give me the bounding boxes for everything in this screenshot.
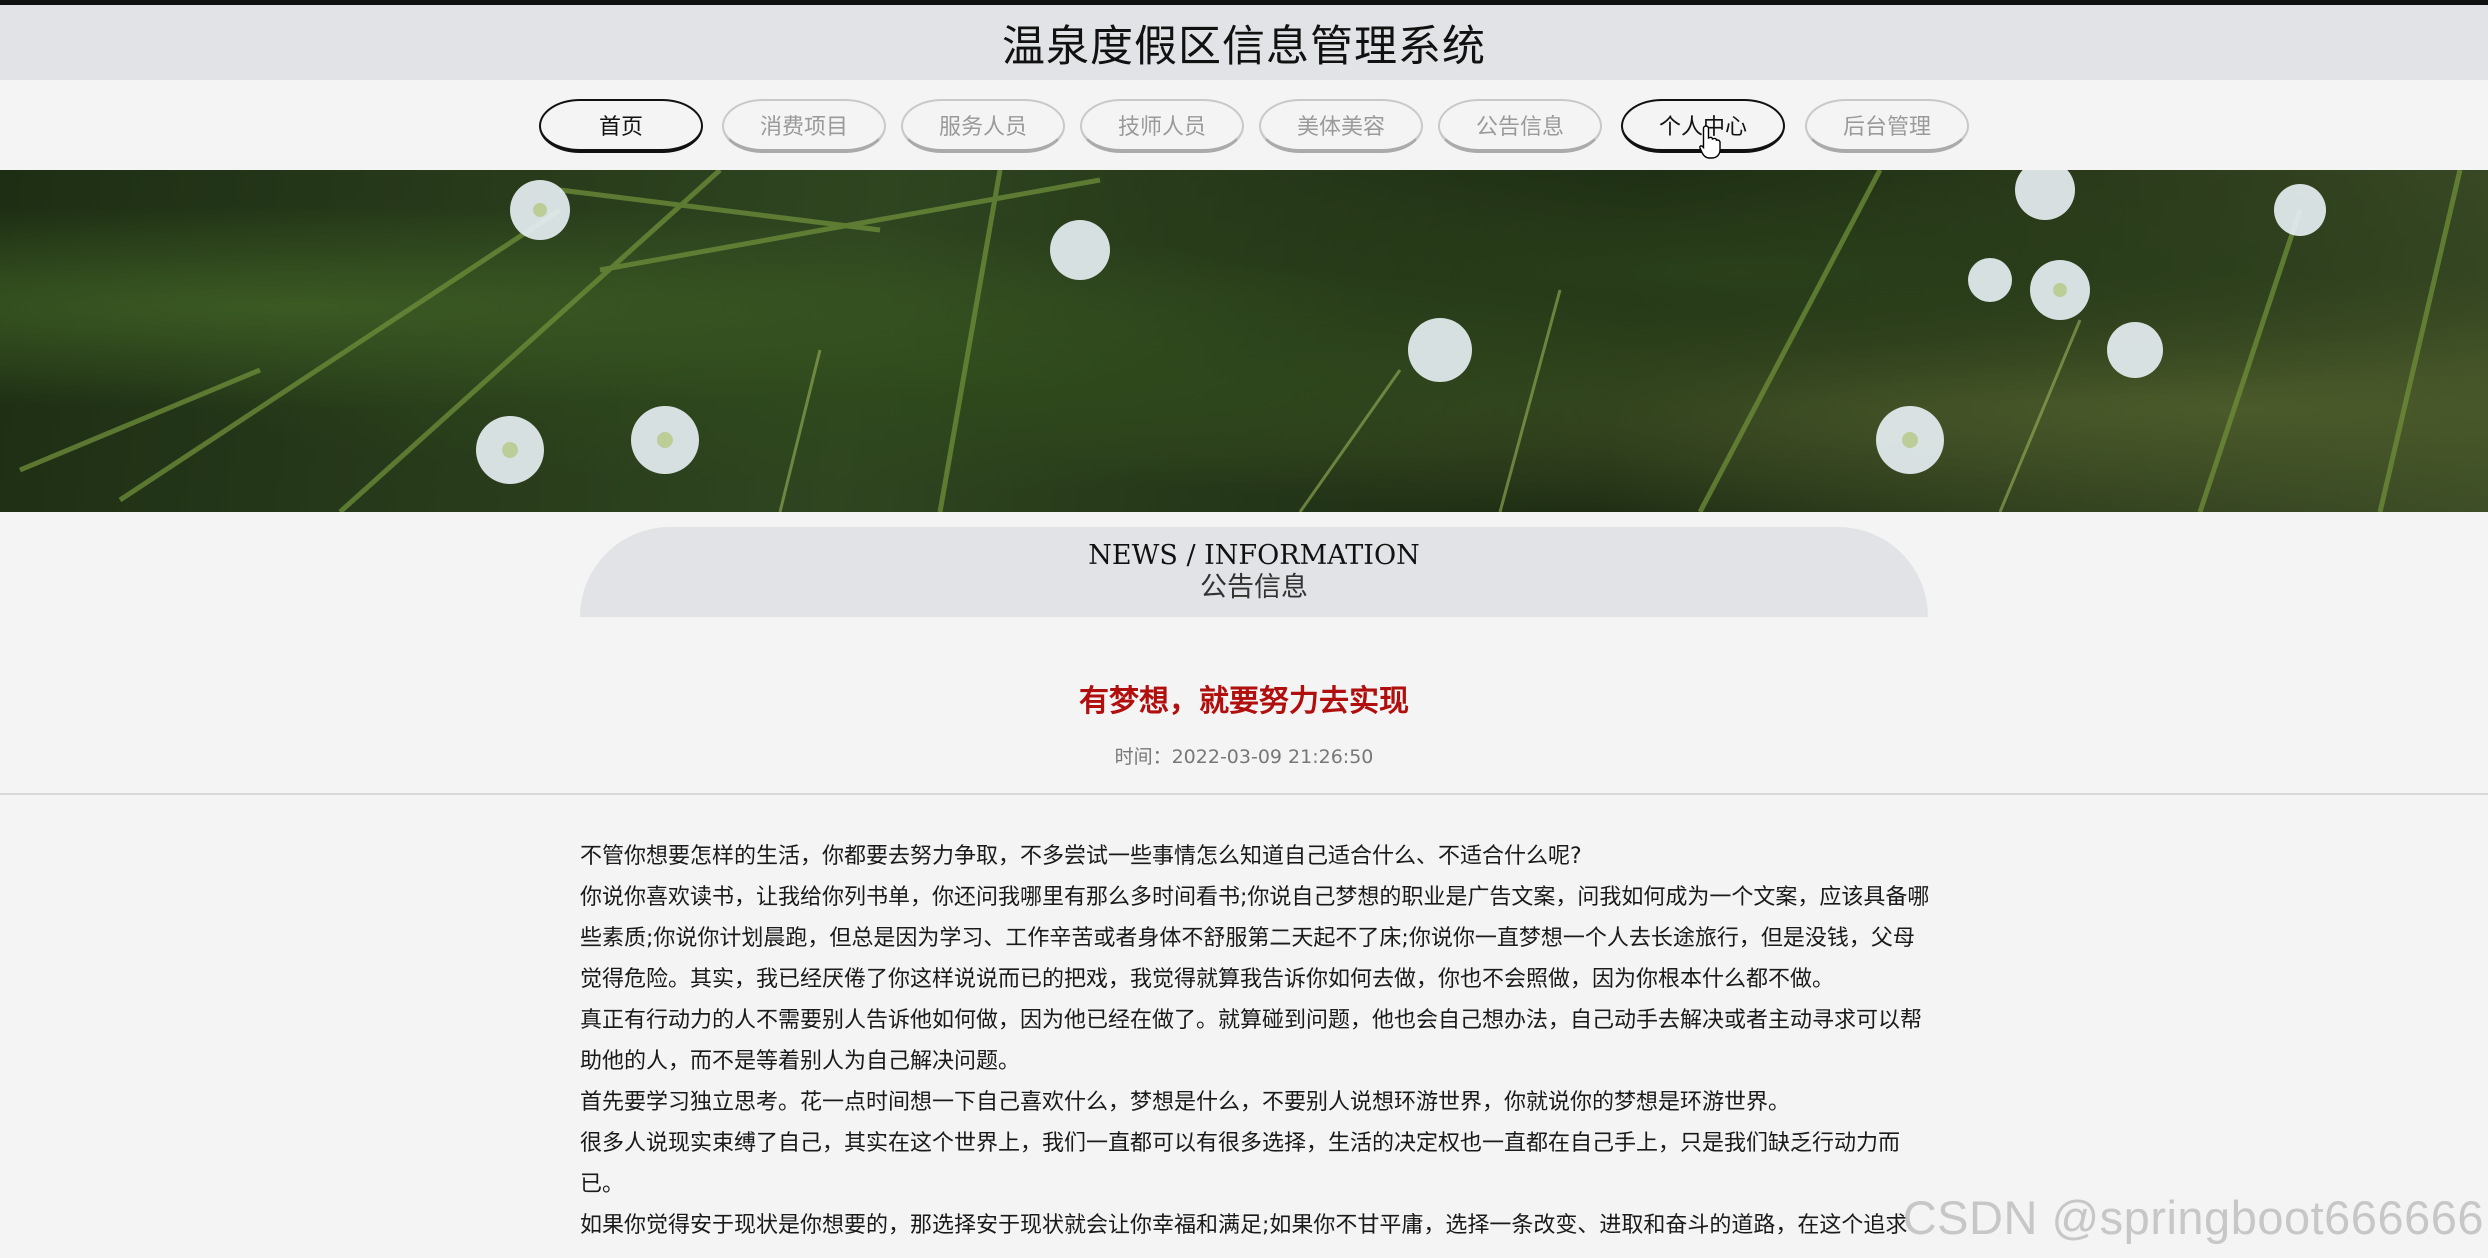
article-paragraph: 很多人说现实束缚了自己，其实在这个世界上，我们一直都可以有很多选择，生活的决定权…	[580, 1131, 1901, 1197]
flower-grass-image	[19, 170, 2463, 512]
article-body: 不管你想要怎样的生活，你都要去努力争取，不多尝试一些事情怎么知道自己适合什么、不…	[580, 836, 1930, 1246]
nav-item-admin[interactable]: 后台管理	[1805, 99, 1969, 153]
article-paragraph: 首先要学习独立思考。花一点时间想一下自己喜欢什么，梦想是什么，不要别人说想环游世…	[580, 1090, 1791, 1115]
section-title-en: NEWS / INFORMATION	[1088, 540, 1420, 571]
nav-item-service-staff[interactable]: 服务人员	[901, 99, 1065, 153]
site-header: 温泉度假区信息管理系统	[0, 5, 2488, 80]
section-title-cn: 公告信息	[1200, 572, 1308, 603]
hand-pointer-icon	[1699, 125, 1721, 159]
article-paragraph: 你说你喜欢读书，让我给你列书单，你还问我哪里有那么多时间看书;你说自己梦想的职业…	[580, 885, 1930, 992]
article-paragraph: 如果你觉得安于现状是你想要的，那选择安于现状就会让你幸福和满足;如果你不甘平庸，…	[580, 1213, 1908, 1238]
section-header: NEWS / INFORMATION 公告信息	[580, 527, 1928, 617]
nav-item-consumption[interactable]: 消费项目	[722, 99, 886, 153]
site-title: 温泉度假区信息管理系统	[1002, 21, 1486, 72]
nav-item-announcements[interactable]: 公告信息	[1438, 99, 1602, 153]
article-paragraph: 不管你想要怎样的生活，你都要去努力争取，不多尝试一些事情怎么知道自己适合什么、不…	[580, 844, 1582, 869]
divider	[0, 793, 2488, 795]
nav-item-technician[interactable]: 技师人员	[1080, 99, 1244, 153]
article-timestamp: 时间：2022-03-09 21:26:50	[1114, 746, 1374, 768]
hero-banner	[0, 170, 2488, 512]
nav-item-home[interactable]: 首页	[539, 99, 703, 153]
article-paragraph: 真正有行动力的人不需要别人告诉他如何做，因为他已经在做了。就算碰到问题，他也会自…	[580, 1008, 1923, 1074]
nav-item-beauty[interactable]: 美体美容	[1259, 99, 1423, 153]
main-nav: 首页 消费项目 服务人员 技师人员 美体美容 公告信息 个人中心 后台管理	[0, 80, 2488, 168]
watermark: CSDN @springboot666666	[1902, 1191, 2484, 1244]
article-title: 有梦想，就要努力去实现	[1079, 684, 1409, 719]
